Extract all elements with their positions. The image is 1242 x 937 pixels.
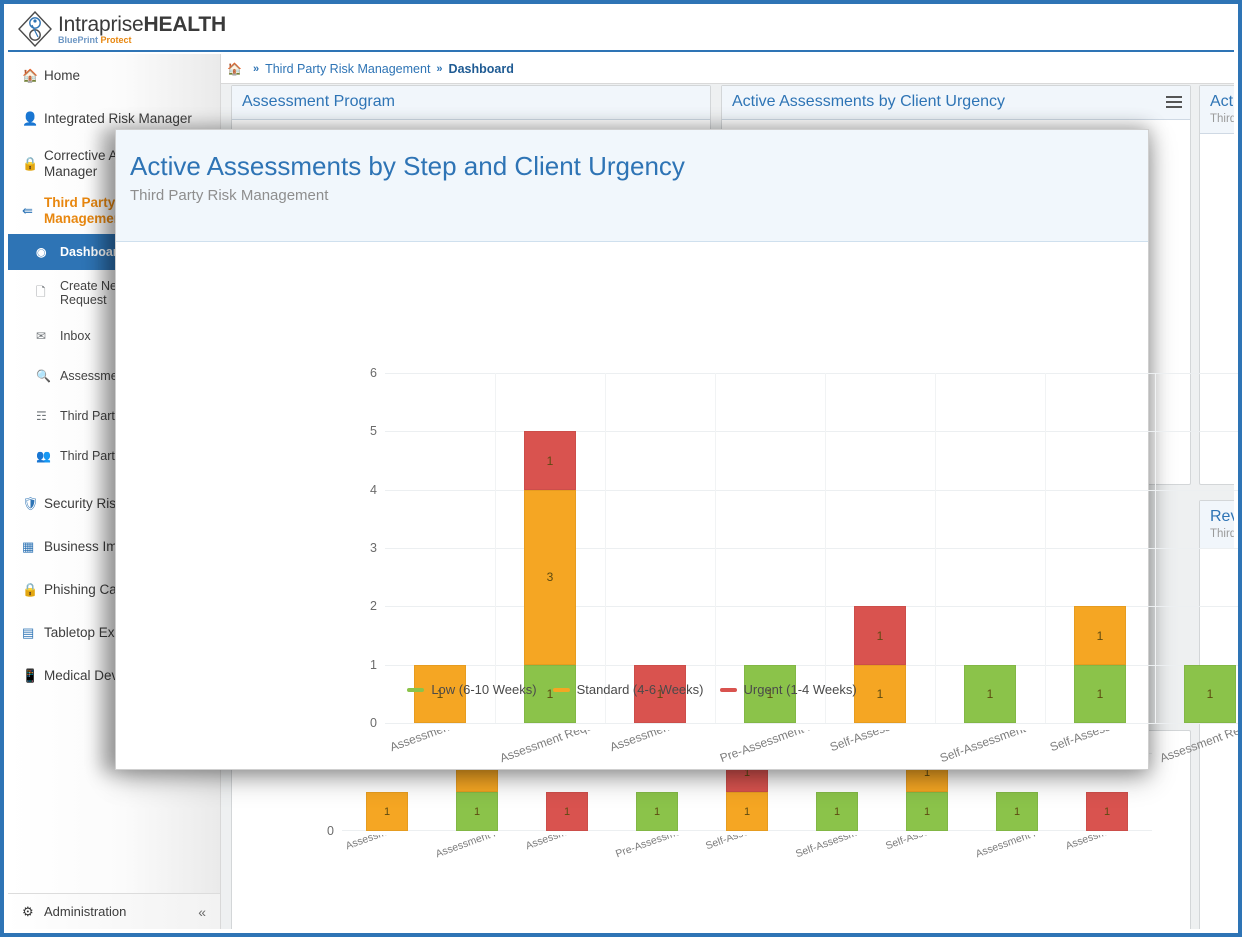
gridline-vertical bbox=[495, 373, 496, 723]
breadcrumb-separator: » bbox=[436, 62, 443, 75]
legend-swatch-icon bbox=[552, 687, 570, 692]
top-logo-bar: IntrapriseHEALTH BluePrint Protect bbox=[8, 8, 1234, 52]
modal-subtitle: Third Party Risk Management bbox=[130, 186, 329, 204]
org-icon: ☶ bbox=[36, 409, 47, 423]
gridline bbox=[385, 431, 1238, 433]
gear-icon: ⚙ bbox=[22, 903, 34, 919]
brand-name-bold: HEALTH bbox=[143, 12, 227, 36]
gridline-vertical bbox=[1045, 373, 1046, 723]
dashboard-icon: ◉ bbox=[36, 245, 47, 259]
legend-label: Low (6-10 Weeks) bbox=[431, 682, 537, 697]
bar-segment[interactable]: 1 bbox=[1184, 664, 1236, 723]
search-icon: 🔍 bbox=[36, 369, 51, 383]
sidebar-item-home[interactable]: 🏠 Home bbox=[8, 54, 220, 97]
user-icon: 👤 bbox=[22, 110, 39, 126]
brand-tagline-protect: Protect bbox=[100, 34, 132, 45]
breadcrumb-item-dashboard[interactable]: Dashboard bbox=[449, 62, 514, 76]
card-header: Active Assessments by Client Urgency bbox=[722, 86, 1190, 120]
modal-chart-plot: 0123456113111111111 bbox=[370, 366, 1238, 730]
brand-tagline-blueprint: BluePrint bbox=[58, 34, 99, 45]
gridline-vertical bbox=[1155, 373, 1156, 723]
y-tick-label: 6 bbox=[370, 366, 377, 380]
lock-icon: 🔒 bbox=[22, 155, 39, 171]
modal-header: Active Assessments by Step and Client Ur… bbox=[116, 130, 1148, 242]
mobile-icon: 📱 bbox=[22, 667, 39, 683]
y-tick-label: 0 bbox=[327, 824, 334, 838]
x-axis-label: Assessment Report Review bbox=[1064, 835, 1189, 852]
x-axis-label: Self-Assessment Review bbox=[1048, 730, 1178, 754]
card-header: Activ Third bbox=[1200, 86, 1234, 134]
modal-chart-x-labels: Assessment Request OriginationAssessment… bbox=[356, 730, 1238, 800]
y-tick-label: 2 bbox=[370, 599, 377, 614]
legend-swatch-icon bbox=[407, 687, 425, 692]
gridline bbox=[385, 489, 1238, 491]
card-title: Activ bbox=[1210, 93, 1234, 110]
inbox-icon: ✉ bbox=[36, 329, 47, 343]
bar-stack[interactable]: 131 bbox=[524, 431, 576, 723]
breadcrumb-separator: » bbox=[252, 62, 260, 75]
share-icon: ⇚ bbox=[22, 202, 33, 218]
breadcrumb: 🏠 » Third Party Risk Management » Dashbo… bbox=[221, 54, 1234, 84]
sidebar-footer: ⚙ Administration « bbox=[8, 893, 220, 929]
users-icon: 👥 bbox=[36, 449, 51, 463]
sidebar-item-label: Home bbox=[44, 67, 81, 83]
y-tick-label: 4 bbox=[370, 482, 377, 497]
grid-icon: ▦ bbox=[22, 538, 35, 554]
breadcrumb-item-third-party-risk-management[interactable]: Third Party Risk Management bbox=[265, 62, 430, 76]
bar-stack[interactable]: 1 bbox=[1184, 664, 1236, 723]
lock-alt-icon: 🔒 bbox=[22, 581, 39, 597]
legend-label: Urgent (1-4 Weeks) bbox=[743, 682, 857, 697]
sidebar-item-label: Administration bbox=[44, 904, 127, 919]
legend-item[interactable]: Standard (4-6 Weeks) bbox=[552, 682, 704, 697]
y-tick-label: 3 bbox=[370, 541, 377, 555]
file-icon: 🗋 bbox=[36, 284, 46, 299]
sidebar-item-label: Inbox bbox=[60, 328, 91, 343]
legend-item[interactable]: Urgent (1-4 Weeks) bbox=[719, 682, 857, 697]
bar-segment[interactable]: 1 bbox=[524, 431, 576, 490]
home-icon: 🏠 bbox=[22, 67, 39, 83]
background-chart-x-labels: Assessment Request OriginationAssessment… bbox=[342, 835, 1234, 885]
application-window: IntrapriseHEALTH BluePrint Protect 🏠 Hom… bbox=[0, 0, 1242, 937]
sidebar-item-administration[interactable]: ⚙ Administration bbox=[22, 904, 126, 920]
gridline bbox=[385, 373, 1238, 374]
hamburger-icon[interactable] bbox=[1166, 96, 1182, 111]
bar-segment[interactable]: 3 bbox=[524, 489, 576, 665]
modal-title: Active Assessments by Step and Client Ur… bbox=[130, 151, 685, 181]
x-axis-label: Assessment Report Generation bbox=[1158, 730, 1238, 765]
legend-label: Standard (4-6 Weeks) bbox=[576, 682, 704, 697]
chevron-double-left-icon[interactable]: « bbox=[198, 904, 206, 920]
card-header: Assessment Program bbox=[232, 86, 710, 120]
table-icon: ▤ bbox=[22, 624, 35, 640]
y-tick-label: 0 bbox=[370, 716, 377, 730]
card-title: Assessment Program bbox=[242, 93, 395, 110]
bar-stack[interactable]: 11 bbox=[854, 606, 906, 723]
card-title: Active Assessments by Client Urgency bbox=[732, 93, 1005, 110]
y-tick-label: 5 bbox=[370, 424, 377, 439]
shield-icon: 🛡 bbox=[22, 495, 39, 511]
gridline-vertical bbox=[605, 373, 606, 723]
brand-logo[interactable]: IntrapriseHEALTH BluePrint Protect bbox=[8, 10, 227, 48]
legend-swatch-icon bbox=[719, 687, 737, 692]
gridline-vertical bbox=[715, 373, 716, 723]
gridline-vertical bbox=[825, 373, 826, 723]
gridline bbox=[385, 723, 1238, 724]
y-tick-label: 1 bbox=[370, 657, 377, 672]
gridline bbox=[385, 548, 1238, 549]
bar-segment[interactable]: 1 bbox=[854, 606, 906, 665]
brand-name-light: Intraprise bbox=[58, 12, 144, 36]
modal-active-assessments-by-step-and-client-urgency: Active Assessments by Step and Client Ur… bbox=[115, 129, 1238, 770]
legend-item[interactable]: Low (6-10 Weeks) bbox=[407, 682, 537, 697]
gridline-vertical bbox=[935, 373, 936, 723]
intraprise-diamond-logo-icon bbox=[18, 10, 52, 48]
modal-chart-legend: Low (6-10 Weeks) Standard (4-6 Weeks) Urge… bbox=[116, 682, 1148, 697]
modal-body: 0123456113111111111 Assessment Request O… bbox=[116, 242, 1238, 770]
sidebar-item-label: Integrated Risk Manager bbox=[44, 110, 192, 126]
bar-segment[interactable]: 1 bbox=[1074, 606, 1126, 665]
home-icon[interactable]: 🏠 bbox=[227, 62, 242, 76]
bar-stack[interactable]: 11 bbox=[1074, 606, 1126, 723]
card-subtitle: Third bbox=[1210, 113, 1234, 125]
